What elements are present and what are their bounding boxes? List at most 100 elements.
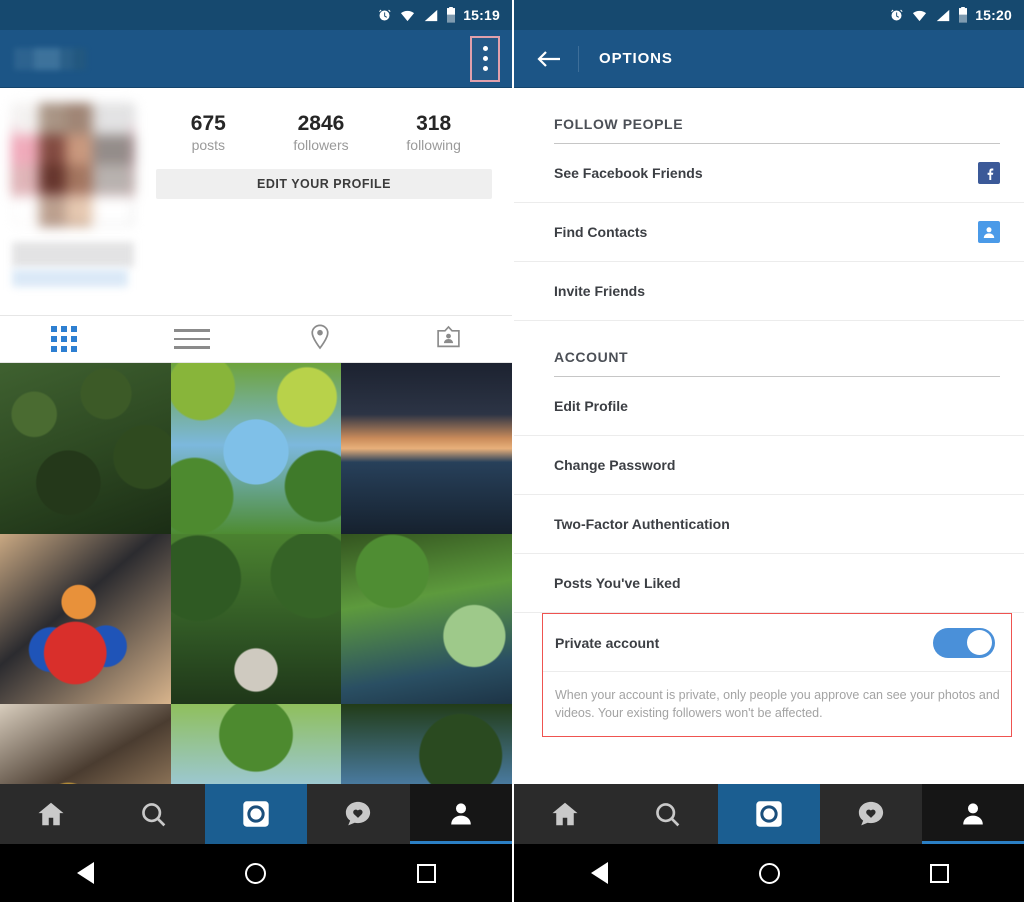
- back-arrow-icon: [537, 50, 560, 67]
- contacts-icon: [978, 221, 1000, 243]
- posts-count: 675: [190, 112, 226, 135]
- home-circle-icon: [758, 862, 780, 884]
- photo-cell[interactable]: [0, 363, 171, 534]
- search-icon: [142, 802, 166, 826]
- alarm-icon: [889, 8, 904, 23]
- nav-profile[interactable]: [409, 784, 513, 844]
- back-button[interactable]: [532, 42, 566, 76]
- photo-cell[interactable]: [341, 363, 512, 534]
- heart-activity-icon: [346, 801, 371, 826]
- camera-icon: [243, 801, 269, 827]
- system-home-button[interactable]: [221, 862, 291, 884]
- nav-activity[interactable]: [820, 784, 922, 844]
- app-bar-right-content: OPTIONS: [514, 42, 673, 76]
- system-back-button[interactable]: [50, 862, 120, 884]
- following-label: following: [406, 137, 461, 154]
- avatar-image-blurred: [12, 104, 134, 226]
- system-back-button[interactable]: [564, 862, 634, 884]
- overflow-dot-1: [482, 46, 488, 51]
- profile-stats-column: 675 posts 2846 followers 318 following E…: [134, 104, 500, 226]
- nav-camera[interactable]: [204, 784, 308, 844]
- tab-grid-view[interactable]: [0, 315, 128, 363]
- status-time: 15:20: [975, 7, 1012, 23]
- system-home-button[interactable]: [734, 862, 804, 884]
- option-label: Invite Friends: [554, 283, 646, 299]
- back-triangle-icon: [590, 862, 608, 884]
- private-account-label: Private account: [555, 634, 660, 651]
- option-see-facebook-friends[interactable]: See Facebook Friends: [514, 144, 1024, 203]
- stat-posts[interactable]: 675 posts: [166, 112, 250, 153]
- edit-your-profile-button[interactable]: EDIT YOUR PROFILE: [156, 169, 492, 200]
- private-account-description: When your account is private, only peopl…: [555, 688, 1000, 721]
- nav-home[interactable]: [514, 784, 616, 844]
- tab-photo-map[interactable]: [256, 315, 384, 363]
- nav-camera[interactable]: [718, 784, 820, 844]
- options-list: FOLLOW PEOPLE See Facebook Friends Find …: [514, 88, 1024, 784]
- private-account-toggle[interactable]: [933, 627, 995, 658]
- signal-icon: [423, 8, 439, 23]
- nav-search[interactable]: [616, 784, 718, 844]
- option-label: Change Password: [554, 457, 676, 473]
- profile-content: 675 posts 2846 followers 318 following E…: [0, 88, 512, 784]
- nav-search[interactable]: [102, 784, 204, 844]
- option-invite-friends[interactable]: Invite Friends: [514, 262, 1024, 321]
- search-icon: [655, 802, 679, 826]
- overflow-menu-button[interactable]: [470, 35, 500, 82]
- followers-count: 2846: [297, 112, 345, 135]
- photo-cell[interactable]: [0, 533, 171, 705]
- option-posts-youve-liked[interactable]: Posts You've Liked: [514, 554, 1024, 613]
- posts-label: posts: [191, 137, 226, 154]
- option-label: Edit Profile: [554, 398, 628, 414]
- photo-cell[interactable]: [0, 704, 171, 784]
- option-label: Find Contacts: [554, 224, 648, 240]
- option-change-password[interactable]: Change Password: [514, 436, 1024, 495]
- nav-activity[interactable]: [307, 784, 409, 844]
- profile-header: 675 posts 2846 followers 318 following E…: [0, 88, 512, 226]
- option-two-factor-authentication[interactable]: Two-Factor Authentication: [514, 495, 1024, 554]
- option-edit-profile[interactable]: Edit Profile: [514, 377, 1024, 436]
- back-triangle-icon: [76, 862, 94, 884]
- app-bar-left: [0, 30, 512, 88]
- status-bar-left: 15:19: [0, 0, 512, 30]
- app-bar-left-content: [0, 47, 512, 70]
- home-icon: [38, 802, 64, 826]
- option-label: Two-Factor Authentication: [554, 516, 730, 532]
- tagged-photos-icon: [435, 323, 462, 355]
- camera-icon: [756, 801, 782, 827]
- username-masked: [14, 47, 86, 70]
- location-pin-icon: [307, 323, 333, 356]
- dual-phone-screenshot: 15:19 675 posts 2846 followers 318 follo…: [0, 0, 1024, 902]
- battery-icon: [446, 7, 456, 23]
- system-nav-right: [514, 844, 1024, 902]
- stat-following[interactable]: 318 following: [392, 112, 476, 153]
- profile-bio-blurred: [12, 242, 134, 287]
- phone-right-options: 15:20 OPTIONS FOLLOW PEOPLE See Facebook…: [512, 0, 1024, 902]
- option-private-account[interactable]: Private account: [543, 614, 1011, 672]
- recents-square-icon: [929, 863, 949, 883]
- grid-icon: [51, 326, 77, 352]
- system-recents-button[interactable]: [392, 863, 462, 883]
- photo-cell[interactable]: [170, 704, 342, 784]
- system-recents-button[interactable]: [904, 863, 974, 883]
- avatar[interactable]: [12, 104, 134, 226]
- option-find-contacts[interactable]: Find Contacts: [514, 203, 1024, 262]
- list-icon: [174, 329, 210, 349]
- section-title-follow-people: FOLLOW PEOPLE: [554, 116, 684, 132]
- photo-cell[interactable]: [341, 704, 512, 784]
- phone-left-profile: 15:19 675 posts 2846 followers 318 follo…: [0, 0, 513, 902]
- option-label: Posts You've Liked: [554, 575, 681, 591]
- tab-list-view[interactable]: [128, 315, 256, 363]
- home-icon: [552, 802, 578, 826]
- stat-followers[interactable]: 2846 followers: [279, 112, 363, 153]
- page-title: OPTIONS: [599, 50, 673, 67]
- nav-home[interactable]: [0, 784, 102, 844]
- photo-cell[interactable]: [170, 533, 342, 705]
- nav-profile[interactable]: [922, 784, 1024, 844]
- photo-cell[interactable]: [341, 533, 512, 705]
- tab-tagged-photos[interactable]: [384, 315, 512, 363]
- private-account-highlight: Private account When your account is pri…: [542, 613, 1012, 738]
- signal-icon: [935, 8, 951, 23]
- profile-tab-bar: [0, 315, 512, 363]
- overflow-dot-2: [482, 56, 488, 61]
- photo-cell[interactable]: [170, 363, 342, 534]
